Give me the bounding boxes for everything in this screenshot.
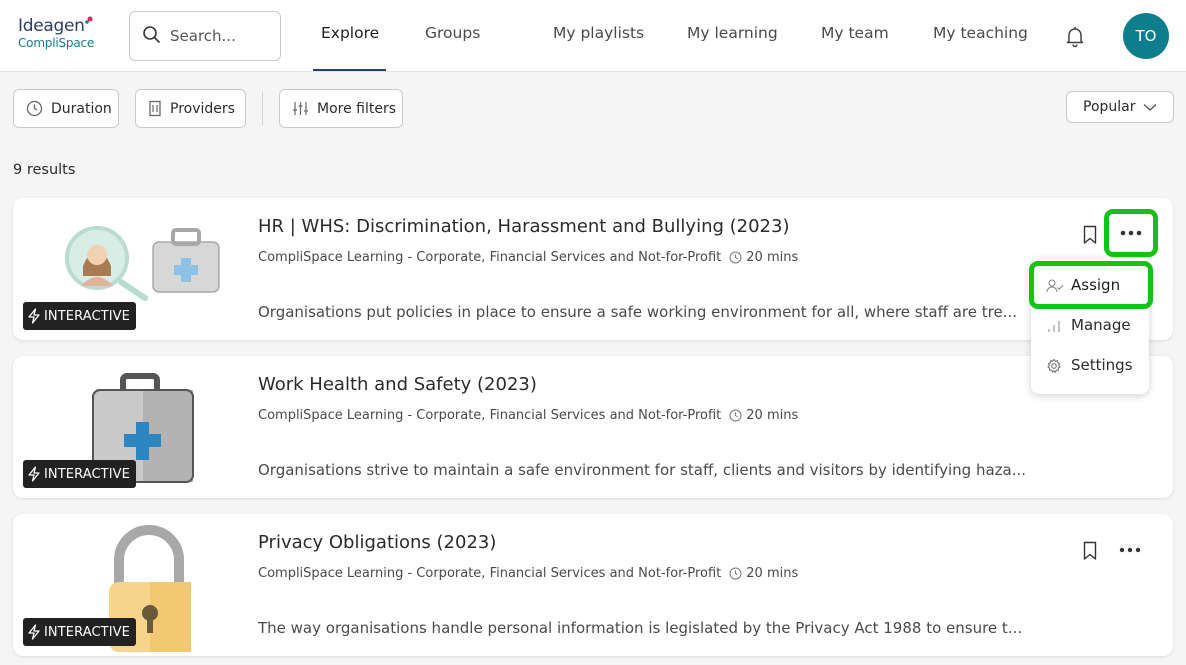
course-title[interactable]: Privacy Obligations (2023) <box>258 532 496 553</box>
nav-groups[interactable]: Groups <box>425 24 480 42</box>
filter-divider <box>262 92 263 125</box>
clock-icon <box>729 251 742 264</box>
nav-my-learning[interactable]: My learning <box>687 24 778 42</box>
course-description: Organisations put policies in place to e… <box>258 303 1018 321</box>
course-meta: CompliSpace Learning - Corporate, Financ… <box>258 408 798 423</box>
clock-icon <box>26 100 43 117</box>
lightning-icon <box>28 308 40 324</box>
course-title[interactable]: HR | WHS: Discrimination, Harassment and… <box>258 216 789 237</box>
course-provider: CompliSpace Learning - Corporate, Financ… <box>258 566 722 581</box>
ellipsis-icon <box>1120 230 1142 236</box>
bookmark-icon[interactable] <box>1082 541 1098 561</box>
badge-label: INTERACTIVE <box>44 624 130 640</box>
sort-label: Popular <box>1083 99 1136 115</box>
course-card[interactable]: INTERACTIVE Privacy Obligations (2023) C… <box>13 514 1173 656</box>
menu-item-assign[interactable]: Assign <box>1029 261 1153 309</box>
menu-item-manage[interactable]: Manage <box>1031 306 1149 346</box>
building-icon <box>149 100 161 117</box>
results-count: 9 results <box>13 162 76 178</box>
search-input[interactable] <box>170 24 275 48</box>
more-options-button[interactable] <box>1119 539 1141 561</box>
interactive-badge: INTERACTIVE <box>23 618 136 646</box>
providers-filter-label: Providers <box>170 100 235 117</box>
more-options-button[interactable] <box>1104 209 1158 257</box>
logo-mark-icon <box>85 16 93 24</box>
duration-filter-label: Duration <box>51 100 112 117</box>
clock-icon <box>729 567 742 580</box>
course-meta: CompliSpace Learning - Corporate, Financ… <box>258 566 798 581</box>
badge-label: INTERACTIVE <box>44 308 130 324</box>
course-provider: CompliSpace Learning - Corporate, Financ… <box>258 408 722 423</box>
course-description: Organisations strive to maintain a safe … <box>258 461 1027 479</box>
course-provider: CompliSpace Learning - Corporate, Financ… <box>258 250 722 265</box>
course-card[interactable]: INTERACTIVE HR | WHS: Discrimination, Ha… <box>13 198 1173 340</box>
nav-my-playlists[interactable]: My playlists <box>553 24 644 42</box>
interactive-badge: INTERACTIVE <box>23 302 136 330</box>
course-duration: 20 mins <box>746 408 799 423</box>
lightning-icon <box>28 466 40 482</box>
notifications-bell-icon[interactable] <box>1063 24 1087 48</box>
gear-icon <box>1047 358 1061 373</box>
badge-label: INTERACTIVE <box>44 466 130 482</box>
sort-dropdown[interactable]: Popular <box>1066 91 1174 123</box>
course-description: The way organisations handle personal in… <box>258 619 1023 637</box>
search-box[interactable] <box>129 11 281 61</box>
logo-text-complispace: CompliSpace <box>18 36 95 50</box>
menu-manage-label: Manage <box>1071 316 1131 334</box>
ideagen-complispace-logo[interactable]: Ideagen CompliSpace <box>18 16 98 56</box>
active-tab-indicator <box>313 69 386 71</box>
user-avatar[interactable]: TO <box>1123 13 1169 59</box>
course-duration: 20 mins <box>746 250 799 265</box>
clock-icon <box>729 409 742 422</box>
providers-filter-button[interactable]: Providers <box>135 89 246 128</box>
more-filters-button[interactable]: More filters <box>279 89 403 128</box>
bar-chart-icon <box>1048 321 1060 332</box>
chevron-down-icon <box>1143 104 1157 111</box>
course-meta: CompliSpace Learning - Corporate, Financ… <box>258 250 798 265</box>
top-header: Ideagen CompliSpace Explore Groups My pl… <box>0 0 1186 72</box>
menu-settings-label: Settings <box>1071 356 1133 374</box>
more-filters-label: More filters <box>317 100 397 117</box>
course-card[interactable]: INTERACTIVE Work Health and Safety (2023… <box>13 356 1173 498</box>
search-icon <box>143 26 160 43</box>
sliders-icon <box>293 102 308 115</box>
menu-assign-label: Assign <box>1071 276 1121 294</box>
nav-explore[interactable]: Explore <box>321 24 379 42</box>
nav-my-team[interactable]: My team <box>821 24 889 42</box>
bookmark-icon[interactable] <box>1082 225 1098 245</box>
menu-item-settings[interactable]: Settings <box>1031 346 1149 386</box>
assign-user-icon <box>1046 279 1064 293</box>
duration-filter-button[interactable]: Duration <box>13 89 119 128</box>
nav-my-teaching[interactable]: My teaching <box>933 24 1028 42</box>
lightning-icon <box>28 624 40 640</box>
interactive-badge: INTERACTIVE <box>23 460 136 488</box>
course-duration: 20 mins <box>746 566 799 581</box>
course-title[interactable]: Work Health and Safety (2023) <box>258 374 537 395</box>
